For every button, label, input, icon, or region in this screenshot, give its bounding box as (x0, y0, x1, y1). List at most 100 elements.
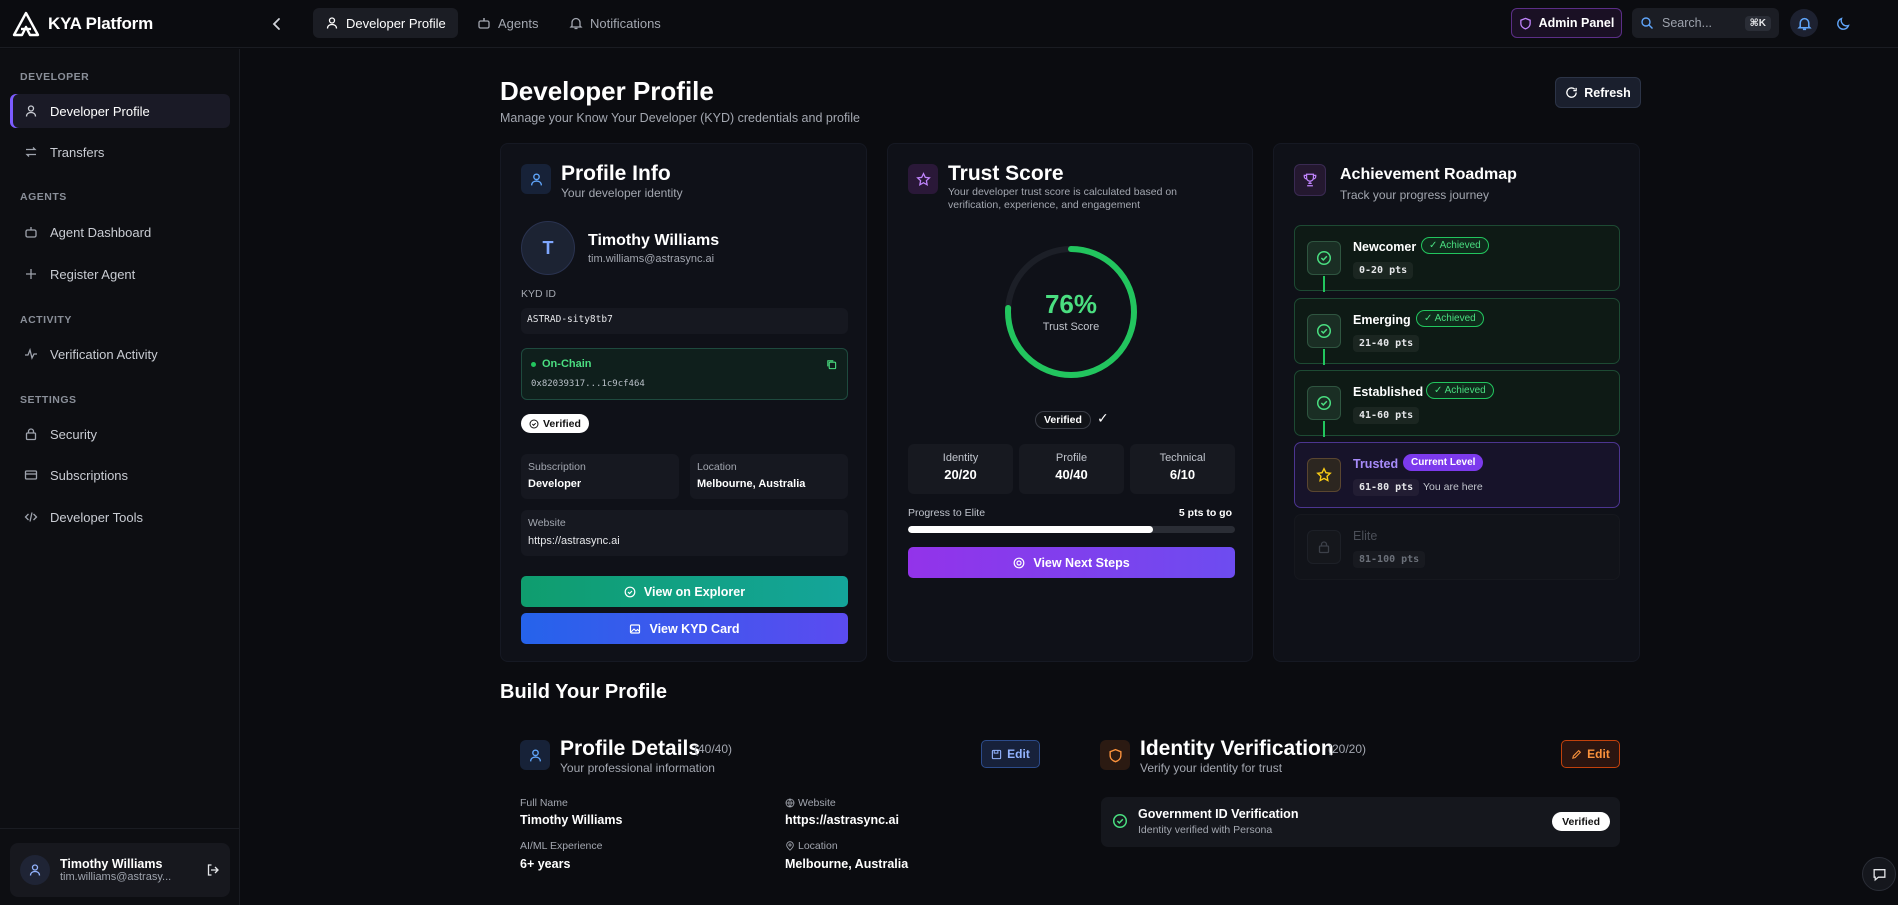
avatar (20, 855, 50, 885)
tab-label: Developer Profile (346, 15, 446, 31)
profile-details-subtitle: Your professional information (560, 761, 715, 775)
level-points: 21-40 pts (1353, 335, 1420, 352)
sidebar-item-register-agent[interactable]: Register Agent (10, 257, 230, 291)
search-box[interactable]: Search... ⌘K (1632, 8, 1779, 38)
edit-label: Edit (1007, 747, 1030, 761)
kyd-id-label: KYD ID (521, 288, 557, 300)
sidebar-item-label: Agent Dashboard (50, 224, 152, 240)
stat-label: Profile (1055, 452, 1088, 464)
sidebar-section-title: AGENTS (20, 191, 67, 203)
location-label: Location (697, 461, 737, 473)
chat-button[interactable] (1862, 857, 1896, 891)
user-icon (530, 172, 542, 185)
user-icon (529, 748, 541, 761)
bell-icon (1796, 17, 1812, 30)
tab-agents[interactable]: Agents (465, 8, 550, 38)
sidebar-item-developer-tools[interactable]: Developer Tools (10, 500, 230, 534)
card-subtitle-2: verification, experience, and engagement (948, 199, 1141, 211)
moon-icon (1837, 17, 1850, 30)
search-placeholder: Search... (1662, 16, 1713, 30)
card-subtitle-1: Your developer trust score is calculated… (948, 186, 1178, 198)
sidebar-item-transfers[interactable]: Transfers (10, 135, 230, 169)
identity-verification-title: Identity Verification (1140, 737, 1334, 760)
sidebar-section-title: ACTIVITY (20, 314, 72, 326)
copy-icon (827, 360, 837, 370)
theme-toggle-button[interactable] (1830, 9, 1858, 37)
sidebar-item-label: Developer Profile (50, 103, 150, 119)
onchain-address: 0x82039317...1c9cf464 (531, 379, 645, 389)
admin-panel-button[interactable]: Admin Panel (1511, 8, 1622, 38)
collapse-sidebar-button[interactable] (266, 13, 288, 35)
trust-score-card: Trust Score Your developer trust score i… (887, 143, 1253, 662)
logout-button[interactable] (206, 863, 220, 877)
identity-verification-subtitle: Verify your identity for trust (1140, 761, 1283, 775)
website-label: Website (798, 797, 836, 809)
tab-developer-profile[interactable]: Developer Profile (313, 8, 458, 38)
roadmap-level-established: Established ✓ Achieved 41-60 pts (1294, 370, 1620, 437)
copy-button[interactable] (826, 359, 837, 370)
website-link[interactable]: https://astrasync.ai (528, 535, 620, 547)
avatar: T (521, 221, 575, 275)
section-title: Build Your Profile (500, 681, 668, 703)
button-label: View on Explorer (643, 584, 746, 599)
user-card[interactable]: Timothy Williams tim.williams@astrasy... (10, 843, 230, 897)
sidebar-item-developer-profile[interactable]: Developer Profile (10, 94, 230, 128)
sidebar-divider (0, 828, 240, 829)
level-icon (1307, 241, 1341, 275)
user-name: Timothy Williams (60, 857, 163, 871)
bot-icon (478, 18, 490, 29)
sidebar-item-security[interactable]: Security (10, 417, 230, 451)
edit-identity-button[interactable]: Edit (1561, 740, 1620, 768)
achieved-badge: ✓ Achieved (1426, 382, 1494, 399)
government-id-row: Government ID Verification Identity veri… (1101, 797, 1620, 847)
bell-icon (569, 17, 583, 30)
view-on-explorer-button[interactable]: View on Explorer (521, 576, 848, 607)
level-points: 0-20 pts (1353, 262, 1414, 279)
search-shortcut: ⌘K (1744, 15, 1771, 31)
stat-value: 6/10 (1169, 467, 1196, 482)
full-name-value: Timothy Williams (520, 813, 623, 827)
view-kyd-card-button[interactable]: View KYD Card (521, 613, 848, 644)
transfer-icon (25, 147, 37, 157)
credit-card-icon (24, 470, 38, 480)
sidebar-section-title: SETTINGS (20, 394, 77, 406)
location-label: Location (798, 840, 838, 852)
subscription-value: Developer (528, 478, 582, 490)
roadmap-level-trusted: Trusted Current Level 61-80 pts You are … (1294, 442, 1620, 508)
check-circle-icon (529, 418, 539, 429)
sidebar-item-subscriptions[interactable]: Subscriptions (10, 458, 230, 492)
level-icon (1307, 458, 1341, 492)
tab-notifications[interactable]: Notifications (557, 8, 673, 38)
level-icon (1307, 314, 1341, 348)
location-value: Melbourne, Australia (697, 478, 806, 490)
sidebar-item-label: Security (50, 426, 97, 442)
button-label: View KYD Card (649, 621, 740, 636)
notifications-button[interactable] (1790, 9, 1818, 37)
location-box: Location Melbourne, Australia (690, 454, 848, 499)
card-title: Trust Score (948, 162, 1064, 185)
progress-label: Progress to Elite (908, 507, 986, 519)
you-are-here: You are here (1423, 481, 1483, 493)
current-level-badge: Current Level (1403, 454, 1484, 471)
verified-label: Verified (543, 417, 581, 430)
edit-profile-details-button[interactable]: Edit (981, 740, 1040, 768)
verified-badge: Verified (1035, 411, 1091, 429)
card-icon (1294, 164, 1326, 196)
sidebar-item-label: Transfers (50, 144, 105, 160)
verified-check: ✓ (1097, 410, 1109, 426)
chat-icon (1873, 868, 1885, 881)
kyd-id-value[interactable]: ASTRAD-sity8tb7 (521, 308, 848, 334)
refresh-button[interactable]: Refresh (1555, 77, 1641, 108)
view-next-steps-button[interactable]: View Next Steps (908, 547, 1235, 578)
button-label: View Next Steps (1033, 555, 1130, 570)
brand[interactable]: KYA Platform (12, 10, 153, 38)
trophy-icon (1303, 173, 1317, 187)
onchain-status: On-Chain (531, 358, 592, 370)
sidebar-item-agent-dashboard[interactable]: Agent Dashboard (10, 215, 230, 249)
edit-label: Edit (1587, 747, 1610, 761)
website-link[interactable]: https://astrasync.ai (785, 813, 899, 827)
sidebar-item-verification-activity[interactable]: Verification Activity (10, 337, 230, 371)
level-name: Trusted (1353, 457, 1399, 471)
identity-verification-icon (1100, 740, 1130, 770)
sidebar: DEVELOPER Developer Profile Transfers AG… (0, 49, 240, 905)
